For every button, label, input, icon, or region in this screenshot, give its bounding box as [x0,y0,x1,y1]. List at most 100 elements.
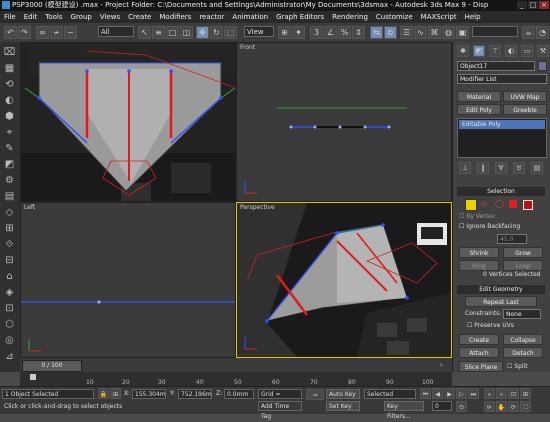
ignore-backfacing-checkbox[interactable]: ☐ Ignore Backfacing [459,223,520,230]
menu-animation[interactable]: Animation [228,11,272,23]
maximize-button[interactable]: □ [528,1,538,9]
create-button[interactable]: Create [459,334,499,345]
unlink-icon[interactable]: ≁ [50,26,63,39]
go-to-end-icon[interactable]: ⏭ [468,388,479,399]
menu-views[interactable]: Views [96,11,124,23]
pin-stack-icon[interactable]: ⊥ [459,162,471,174]
tool-icon-1[interactable]: ⌧ [3,46,16,59]
viewport-top[interactable] [20,42,236,202]
redo-icon[interactable]: ↷ [18,26,31,39]
pivot-center-icon[interactable]: ⊕ [278,26,291,39]
tool-icon-7[interactable]: ✎ [3,142,16,155]
menu-customize[interactable]: Customize [372,11,417,23]
menu-create[interactable]: Create [124,11,155,23]
bind-spacewarp-icon[interactable]: ~ [64,26,77,39]
modify-tab-icon[interactable]: ◩ [473,45,485,57]
tool-icon-2[interactable]: ▦ [3,62,16,75]
undo-icon[interactable]: ↶ [4,26,17,39]
y-coordinate-field[interactable]: 752.196m [178,389,212,399]
display-tab-icon[interactable]: ▭ [521,45,533,57]
maximize-viewport-icon[interactable]: ⛶ [520,401,531,412]
window-crossing-icon[interactable]: ◫ [180,26,193,39]
quick-render-icon[interactable]: ☕ [522,26,535,39]
zoom-icon[interactable]: ⌕ [484,388,495,399]
tool-icon-20[interactable]: ⊿ [3,350,16,363]
polygon-mode-icon[interactable] [509,200,517,208]
snaps-toggle-icon[interactable]: 3 [310,26,323,39]
collapse-button[interactable]: Collapse [503,334,543,345]
grow-button[interactable]: Grow [503,247,543,258]
show-end-result-icon[interactable]: ‖ [477,162,489,174]
vertex-mode-icon[interactable] [465,199,477,211]
play-icon[interactable]: ▶ [444,388,455,399]
z-coordinate-field[interactable]: 0.0mm [224,389,254,399]
menu-tools[interactable]: Tools [41,11,66,23]
link-icon[interactable]: ∞ [36,26,49,39]
tool-icon-9[interactable]: ⚙ [3,174,16,187]
rect-selection-icon[interactable]: □ [166,26,179,39]
minimize-button[interactable]: _ [517,1,527,9]
hierarchy-tab-icon[interactable]: ⊤ [489,45,501,57]
menu-maxscript[interactable]: MAXScript [417,11,461,23]
tool-icon-5[interactable]: ⬢ [3,110,16,123]
close-button[interactable]: × [539,1,549,9]
utilities-tab-icon[interactable]: ⚒ [537,45,549,57]
auto-key-filter-dropdown[interactable]: Selected [364,389,416,399]
material-button[interactable]: Material [457,91,501,102]
render-last-icon[interactable]: ◔ [536,26,549,39]
select-move-icon[interactable]: ✥ [196,26,209,39]
menu-reactor[interactable]: reactor [195,11,228,23]
repeat-last-button[interactable]: Repeat Last [465,296,537,307]
x-coordinate-field[interactable]: 155.304m [132,389,166,399]
configure-modifier-sets-icon[interactable]: ▤ [531,162,543,174]
border-mode-icon[interactable]: ◯ [495,199,504,208]
menu-graph-editors[interactable]: Graph Editors [272,11,328,23]
manipulate-icon[interactable]: ✦ [292,26,305,39]
key-mode-icon[interactable]: ⊸ [306,389,324,400]
auto-key-button[interactable]: Auto Key [326,389,360,399]
align-icon[interactable]: ⊜ [384,26,397,39]
time-slider[interactable]: 0 / 100 › [20,358,452,372]
viewport-front[interactable]: Front [236,42,452,202]
edge-mode-icon[interactable]: ◇ [481,199,487,208]
loop-button[interactable]: Loop [503,260,543,271]
remove-modifier-icon[interactable]: ♉ [513,162,525,174]
next-frame-arrow-icon[interactable]: › [440,361,443,369]
edit-poly-button[interactable]: Edit Poly [457,104,501,115]
key-filters-button[interactable]: Key Filters... [384,401,424,420]
object-color-swatch[interactable] [538,61,547,71]
reference-coord-dropdown[interactable]: View [244,26,274,37]
pan-icon[interactable]: ✋ [496,401,507,412]
attach-button[interactable]: Attach [459,347,499,358]
next-frame-icon[interactable]: ▷ [456,388,467,399]
viewport-perspective[interactable]: Perspective [236,202,452,358]
tool-icon-8[interactable]: ◩ [3,158,16,171]
absolute-mode-icon[interactable]: ⊞ [110,388,121,399]
render-preset-dropdown[interactable] [472,26,518,37]
modifier-list-dropdown[interactable]: Modifier List [457,74,547,84]
tool-icon-17[interactable]: ⊡ [3,302,16,315]
current-frame-field[interactable]: 0 [432,401,452,411]
time-slider-thumb[interactable]: 0 / 100 [22,360,82,372]
object-name-field[interactable]: Object17 [457,61,535,71]
tool-icon-3[interactable]: ⟲ [3,78,16,91]
uvw-map-button[interactable]: UVW Map [503,91,547,102]
zoom-extents-icon[interactable]: ⊡ [508,388,519,399]
go-to-start-icon[interactable]: ⏮ [420,388,431,399]
field-of-view-icon[interactable]: ⊳ [484,401,495,412]
make-unique-icon[interactable]: ∀ [495,162,507,174]
select-object-icon[interactable]: ↖ [138,26,151,39]
angle-threshold-field[interactable]: 45.0 [497,234,527,244]
motion-tab-icon[interactable]: ◐ [505,45,517,57]
menu-group[interactable]: Group [67,11,96,23]
spinner-snap-icon[interactable]: ⇕ [352,26,365,39]
add-time-tag-button[interactable]: Add Time Tag [258,401,302,420]
time-config-icon[interactable]: ⏲ [456,401,467,412]
select-by-name-icon[interactable]: ≡ [152,26,165,39]
menu-rendering[interactable]: Rendering [328,11,372,23]
stack-item-editable-poly[interactable]: Editable Poly [459,120,545,129]
viewport-left[interactable]: Left [20,202,236,358]
selection-filter-dropdown[interactable]: All [98,26,134,37]
mirror-icon[interactable]: ⇆ [370,26,383,39]
select-scale-icon[interactable]: ⬚ [224,26,237,39]
